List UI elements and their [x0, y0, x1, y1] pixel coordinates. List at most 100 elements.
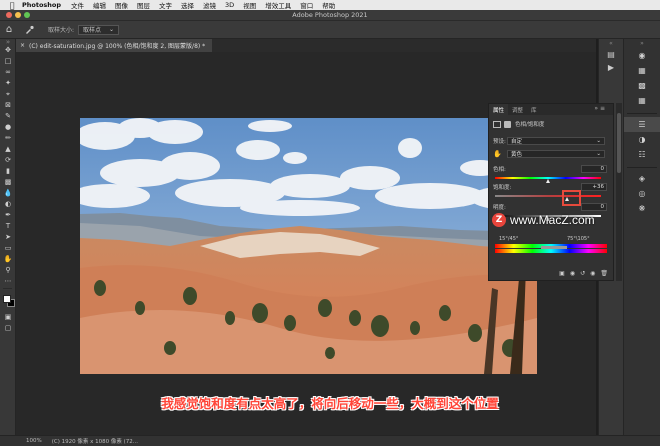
hand-tool-icon[interactable]: ✋ — [0, 254, 16, 265]
history-panel-icon[interactable]: ▤ — [599, 48, 623, 61]
foreground-color-swatch[interactable] — [3, 295, 11, 303]
hue-value-field[interactable]: 0 — [581, 165, 607, 173]
sample-size-select[interactable]: 取样点 ⌄ — [78, 24, 120, 35]
properties-panel-icon[interactable]: ☰ — [624, 117, 660, 132]
blur-tool-icon[interactable]: 💧 — [0, 188, 16, 199]
menu-plugins[interactable]: 增效工具 — [265, 0, 291, 10]
adjustments-panel-icon[interactable]: ◑ — [624, 132, 660, 147]
watermark-logo-icon: Z — [492, 213, 506, 227]
apple-icon[interactable]:  — [8, 1, 16, 10]
watermark: Z www.MacZ.com — [492, 213, 595, 227]
menu-3d[interactable]: 3D — [225, 1, 234, 9]
target-adjust-hand-icon[interactable]: ✋ — [493, 150, 507, 158]
type-tool-icon[interactable]: T — [0, 221, 16, 232]
layers-panel-icon[interactable]: ◈ — [624, 171, 660, 186]
saturation-value-field[interactable]: +36 — [581, 183, 607, 191]
document-tab-bar: × (C) edit-saturation.jpg @ 100% (色相/饱和度… — [16, 39, 596, 52]
hue-saturation-icon — [493, 120, 501, 128]
menu-app-name[interactable]: Photoshop — [22, 1, 61, 9]
menu-help[interactable]: 帮助 — [322, 0, 335, 10]
eyedropper-icon[interactable]: ✎ — [0, 111, 16, 122]
more-tools-icon[interactable]: ⋯ — [0, 276, 16, 287]
eyedropper-tool-icon[interactable] — [18, 25, 40, 35]
quick-select-tool-icon[interactable]: ✦ — [0, 78, 16, 89]
channel-dropdown[interactable]: 黄色 ⌄ — [507, 150, 605, 158]
actions-panel-icon[interactable]: ▶ — [599, 61, 623, 74]
zoom-tool-icon[interactable]: ⚲ — [0, 265, 16, 276]
expand-panels-icon[interactable]: « — [599, 39, 623, 48]
menu-view[interactable]: 视图 — [243, 0, 256, 10]
menu-image[interactable]: 图像 — [115, 0, 128, 10]
properties-panel: 属性 调整 库 » ≡ 色相/饱和度 预设: 自定 ⌄ ✋ 黄色 ⌄ 色相: 0… — [488, 103, 614, 281]
zoom-level[interactable]: 100% — [26, 438, 42, 444]
canyon-photo-image — [80, 118, 537, 374]
clip-to-layer-icon[interactable]: ▣ — [559, 270, 565, 277]
lasso-tool-icon[interactable]: ∞ — [0, 67, 16, 78]
view-previous-icon[interactable]: ◉ — [570, 270, 575, 277]
panel-icon-column: » ◉ ▦ ▩ ▦ ☰ ◑ ☷ ◈ ◎ ❋ — [623, 39, 660, 435]
menu-file[interactable]: 文件 — [71, 0, 84, 10]
tutorial-subtitle: 我感觉饱和度有点太高了，将向后移动一些，大概到这个位置 — [161, 396, 499, 411]
menu-type[interactable]: 文字 — [159, 0, 172, 10]
menu-window[interactable]: 窗口 — [300, 0, 313, 10]
delete-icon[interactable]: 🗑 — [600, 270, 608, 277]
gradients-panel-icon[interactable]: ▩ — [624, 78, 660, 93]
marquee-tool-icon[interactable]: □ — [0, 56, 16, 67]
color-swatches[interactable] — [0, 290, 15, 312]
tab-libraries[interactable]: 库 — [527, 106, 541, 114]
close-tab-icon[interactable]: × — [20, 42, 25, 49]
gradient-tool-icon[interactable]: ▩ — [0, 177, 16, 188]
menu-select[interactable]: 选择 — [181, 0, 194, 10]
color-panel-icon[interactable]: ◉ — [624, 48, 660, 63]
quick-mask-icon[interactable]: ▣ — [0, 312, 16, 323]
saturation-slider-track[interactable] — [495, 195, 601, 197]
move-tool-icon[interactable]: ✥ — [0, 45, 16, 56]
eraser-tool-icon[interactable]: ▮ — [0, 166, 16, 177]
patterns-panel-icon[interactable]: ▦ — [624, 93, 660, 108]
screen-mode-icon[interactable]: ▢ — [0, 323, 16, 334]
lightness-label: 明度: — [493, 205, 506, 211]
color-range-handles[interactable] — [541, 246, 567, 249]
collapse-dock-icon[interactable]: » — [624, 39, 660, 48]
panel-scrollbar[interactable] — [616, 103, 622, 281]
output-color-bar[interactable] — [495, 249, 607, 253]
annotation-highlight-box — [562, 190, 581, 206]
options-bar: ⌂ 取样大小: 取样点 ⌄ — [0, 21, 660, 39]
preset-dropdown[interactable]: 自定 ⌄ — [507, 137, 605, 145]
lightness-value-field[interactable]: 0 — [581, 203, 607, 211]
crop-tool-icon[interactable]: ⌖ — [0, 89, 16, 100]
hue-slider-thumb[interactable] — [546, 179, 550, 183]
range-left-label: 15°/45° — [499, 236, 519, 242]
sample-size-label: 取样大小: — [48, 27, 75, 34]
pen-tool-icon[interactable]: ✒ — [0, 210, 16, 221]
hue-label: 色相: — [493, 167, 506, 173]
visibility-eye-icon[interactable]: ◉ — [590, 270, 595, 277]
mac-menu-bar:  Photoshop 文件 编辑 图像 图层 文字 选择 滤镜 3D 视图 增… — [0, 0, 660, 10]
tab-properties[interactable]: 属性 — [489, 104, 509, 115]
menu-layer[interactable]: 图层 — [137, 0, 150, 10]
document-info[interactable]: (C) 1920 像素 x 1080 像素 (72... — [52, 437, 138, 445]
sample-size-value: 取样点 — [83, 27, 102, 34]
reset-icon[interactable]: ↺ — [580, 270, 585, 277]
menu-filter[interactable]: 滤镜 — [203, 0, 216, 10]
brush-tool-icon[interactable]: ✏ — [0, 133, 16, 144]
panel-menu-icon[interactable]: » ≡ — [590, 105, 609, 112]
clone-stamp-icon[interactable]: ▲ — [0, 144, 16, 155]
document-tab[interactable]: × (C) edit-saturation.jpg @ 100% (色相/饱和度… — [16, 39, 212, 52]
channels-panel-icon[interactable]: ◎ — [624, 186, 660, 201]
paths-panel-icon[interactable]: ❋ — [624, 201, 660, 216]
canyon-photo[interactable] — [80, 118, 537, 374]
panel-scroll-thumb[interactable] — [617, 113, 621, 173]
home-icon[interactable]: ⌂ — [0, 21, 18, 39]
layer-mask-icon[interactable] — [504, 120, 511, 128]
healing-brush-icon[interactable]: ● — [0, 122, 16, 133]
swatches-panel-icon[interactable]: ▦ — [624, 63, 660, 78]
path-select-icon[interactable]: ➤ — [0, 232, 16, 243]
shape-tool-icon[interactable]: ▭ — [0, 243, 16, 254]
history-brush-icon[interactable]: ⟳ — [0, 155, 16, 166]
frame-tool-icon[interactable]: ⊠ — [0, 100, 16, 111]
dodge-tool-icon[interactable]: ◐ — [0, 199, 16, 210]
menu-edit[interactable]: 编辑 — [93, 0, 106, 10]
tab-adjustments[interactable]: 调整 — [508, 106, 527, 114]
libraries-panel-icon[interactable]: ☷ — [624, 147, 660, 162]
